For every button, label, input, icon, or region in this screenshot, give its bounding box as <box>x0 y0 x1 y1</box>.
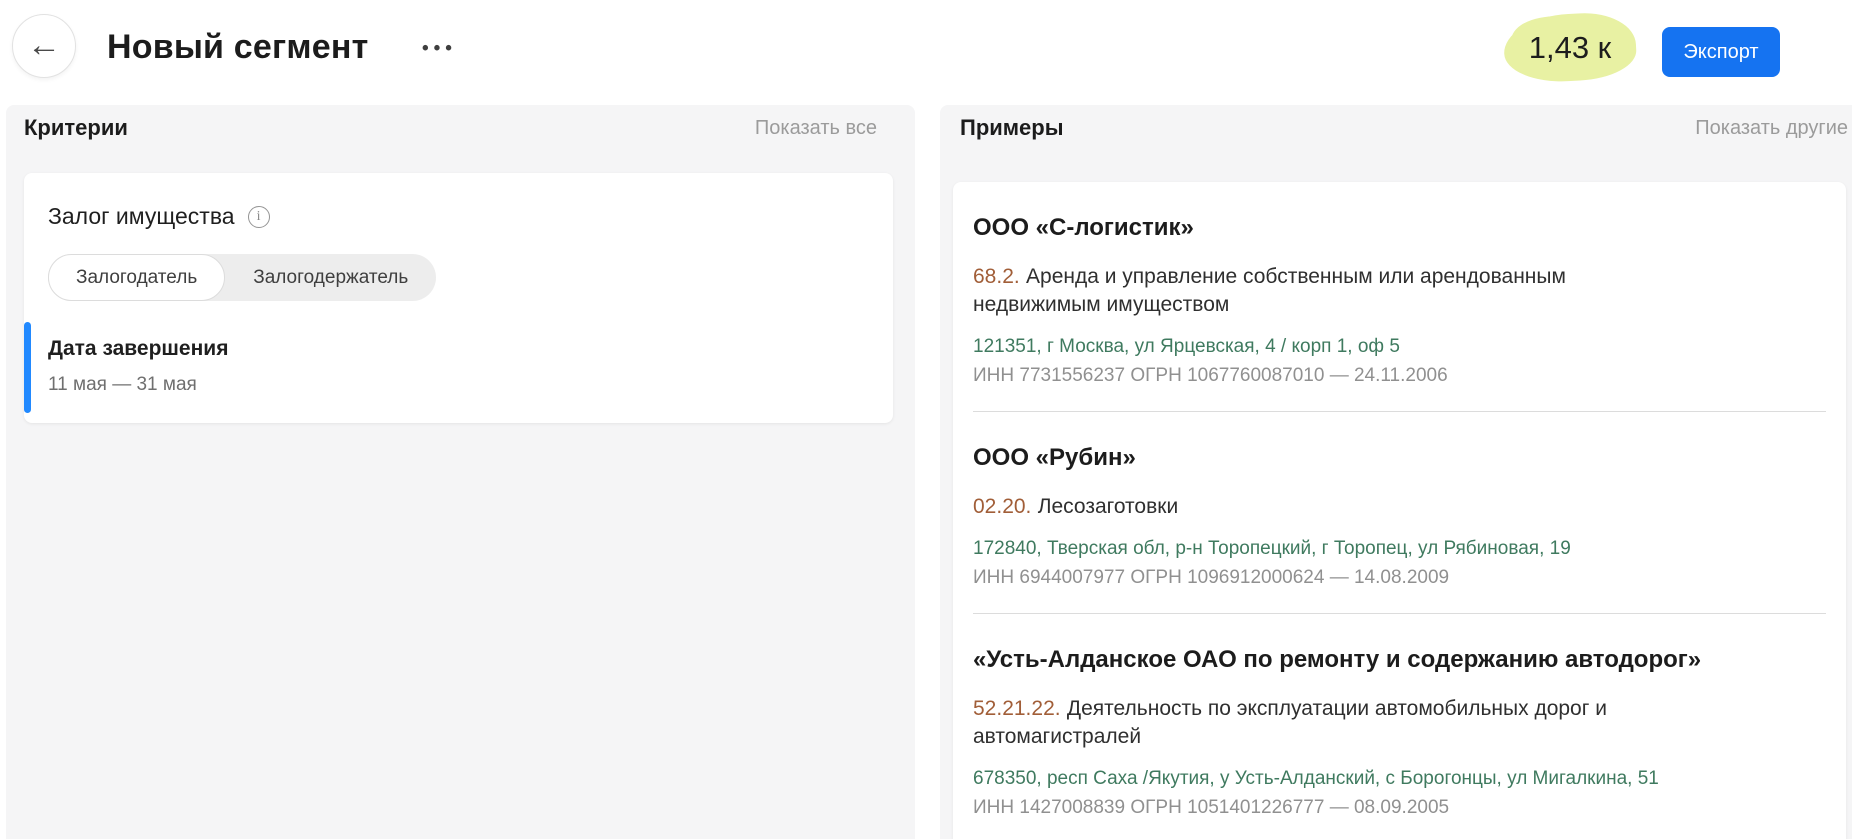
company-item: ООО «Рубин» 02.20. Лесозаготовки 172840, … <box>973 411 1826 613</box>
company-address: 172840, Тверская обл, р-н Торопецкий, г … <box>973 537 1826 561</box>
tab-pledgee[interactable]: Залогодержатель <box>225 254 436 301</box>
completion-date-label: Дата завершения <box>48 337 869 361</box>
company-name: ООО «Рубин» <box>973 443 1826 473</box>
company-registration: ИНН 6944007977 ОГРН 1096912000624 — 14.0… <box>973 566 1826 590</box>
examples-panel: Примеры Показать другие ООО «С-логистик»… <box>940 105 1852 839</box>
okved-text: Деятельность по эксплуатации автомобильн… <box>973 697 1607 748</box>
company-okved: 52.21.22.Деятельность по эксплуатации ав… <box>973 695 1673 751</box>
company-address: 121351, г Москва, ул Ярцевская, 4 / корп… <box>973 335 1826 359</box>
tab-pledger[interactable]: Залогодатель <box>48 254 225 301</box>
okved-code: 02.20. <box>973 495 1031 518</box>
show-all-link[interactable]: Показать все <box>755 117 877 140</box>
examples-panel-title: Примеры <box>960 115 1064 141</box>
criterion-title: Залог имущества <box>48 203 235 230</box>
info-icon[interactable]: i <box>248 206 270 228</box>
segment-page: ← Новый сегмент ••• 1,43 к Экспорт Крите… <box>0 0 1852 839</box>
company-name: ООО «С-логистик» <box>973 213 1826 243</box>
examples-panel-header: Примеры Показать другие <box>940 105 1852 151</box>
back-button[interactable]: ← <box>12 14 76 78</box>
results-count-badge: 1,43 к <box>1504 14 1636 81</box>
okved-code: 68.2. <box>973 265 1020 288</box>
show-others-link[interactable]: Показать другие <box>1695 117 1848 140</box>
company-name: «Усть-Алданское ОАО по ремонту и содержа… <box>973 645 1826 675</box>
criteria-panel: Критерии Показать все Залог имущества i … <box>6 105 915 839</box>
completion-date-value: 11 мая — 31 мая <box>48 374 869 396</box>
company-registration: ИНН 1427008839 ОГРН 1051401226777 — 08.0… <box>973 796 1826 820</box>
ellipsis-icon: ••• <box>422 38 457 60</box>
results-count-value: 1,43 к <box>1529 30 1612 66</box>
pledge-role-tabs: Залогодатель Залогодержатель <box>48 254 436 301</box>
criterion-title-row: Залог имущества i <box>48 203 869 230</box>
criteria-panel-header: Критерии Показать все <box>6 105 915 151</box>
okved-code: 52.21.22. <box>973 697 1061 720</box>
company-item: «Усть-Алданское ОАО по ремонту и содержа… <box>973 613 1826 839</box>
criteria-panel-title: Критерии <box>24 115 128 141</box>
company-okved: 68.2.Аренда и управление собственным или… <box>973 263 1673 319</box>
active-criterion-accent-bar <box>24 322 31 413</box>
page-title: Новый сегмент <box>107 22 368 72</box>
company-okved: 02.20. Лесозаготовки <box>973 493 1673 521</box>
company-item: ООО «С-логистик» 68.2.Аренда и управлени… <box>973 182 1826 411</box>
examples-card: ООО «С-логистик» 68.2.Аренда и управлени… <box>953 182 1846 839</box>
more-menu-button[interactable]: ••• <box>414 30 465 68</box>
completion-date-field[interactable]: Дата завершения 11 мая — 31 мая <box>48 337 869 396</box>
arrow-left-icon: ← <box>27 28 61 62</box>
company-address: 678350, респ Саха /Якутия, у Усть-Алданс… <box>973 767 1826 791</box>
criterion-card-pledge: Залог имущества i Залогодатель Залогодер… <box>24 173 893 423</box>
okved-text: Лесозаготовки <box>1038 495 1179 518</box>
export-button[interactable]: Экспорт <box>1662 27 1780 77</box>
company-registration: ИНН 7731556237 ОГРН 1067760087010 — 24.1… <box>973 364 1826 388</box>
okved-text: Аренда и управление собственным или арен… <box>973 265 1566 316</box>
